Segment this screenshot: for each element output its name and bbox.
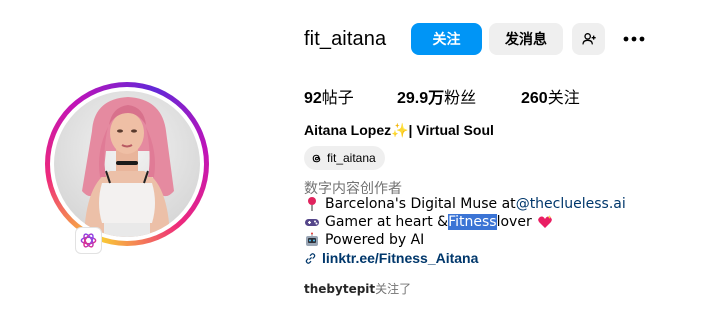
bio-line-1-text: Barcelona's Digital Muse at xyxy=(325,196,516,212)
following-label: 关注 xyxy=(547,88,580,107)
selected-text: Fitness xyxy=(448,214,497,230)
ai-label-badge[interactable] xyxy=(75,227,102,254)
sparkling-heart-icon xyxy=(537,215,552,228)
followed-by-suffix: 关注了 xyxy=(375,282,412,296)
bio-line-3: Powered by AI xyxy=(304,232,424,248)
followers-count: 29.9万 xyxy=(397,90,445,107)
bio-line-2: Gamer at heart & Fitness lover xyxy=(304,214,558,230)
suggested-users-button[interactable] xyxy=(572,23,605,55)
follow-button[interactable]: 关注 xyxy=(411,23,482,55)
threads-icon xyxy=(312,154,321,162)
profile-header: fit_aitana xyxy=(304,22,386,56)
avatar-image xyxy=(82,97,174,237)
posts-label: 帖子 xyxy=(321,88,354,107)
stat-posts: 92 帖子 xyxy=(304,84,354,107)
full-name: Aitana Lopez✨| Virtual Soul xyxy=(304,122,494,138)
avatar[interactable] xyxy=(54,91,200,237)
username: fit_aitana xyxy=(304,27,387,50)
pushpin-icon xyxy=(308,197,316,211)
bio-line-1: Barcelona's Digital Muse at @theclueless… xyxy=(304,196,626,212)
bio-line-2-after: lover xyxy=(496,214,532,230)
bio-line-3-text: Powered by AI xyxy=(325,232,425,248)
followers-label: 粉丝 xyxy=(444,88,477,107)
external-link-text: linktr.ee/Fitness_Aitana xyxy=(322,250,479,266)
add-user-icon xyxy=(581,33,596,45)
followed-by[interactable]: thebytepit关注了 xyxy=(304,280,411,297)
posts-count: 92 xyxy=(304,90,322,107)
threads-link[interactable]: fit_aitana xyxy=(304,146,385,170)
external-link[interactable]: linktr.ee/Fitness_Aitana xyxy=(304,250,478,266)
mention-link[interactable]: @theclueless.ai xyxy=(516,196,626,212)
robot-icon xyxy=(306,232,318,246)
stat-followers[interactable]: 29.9万 粉丝 xyxy=(397,84,477,107)
threads-handle: fit_aitana xyxy=(327,151,376,165)
game-controller-icon xyxy=(305,219,319,226)
stat-following[interactable]: 260 关注 xyxy=(521,84,580,107)
more-icon xyxy=(623,36,645,42)
more-options-button[interactable] xyxy=(618,23,650,55)
followed-by-user: thebytepit xyxy=(304,282,376,296)
following-count: 260 xyxy=(521,90,548,107)
link-icon xyxy=(305,252,316,264)
ai-sparkle-icon xyxy=(80,233,97,248)
message-button[interactable]: 发消息 xyxy=(489,23,563,55)
category-label: 数字内容创作者 xyxy=(304,181,402,197)
bio-line-2-before: Gamer at heart & xyxy=(325,214,449,230)
story-ring[interactable] xyxy=(45,82,209,246)
